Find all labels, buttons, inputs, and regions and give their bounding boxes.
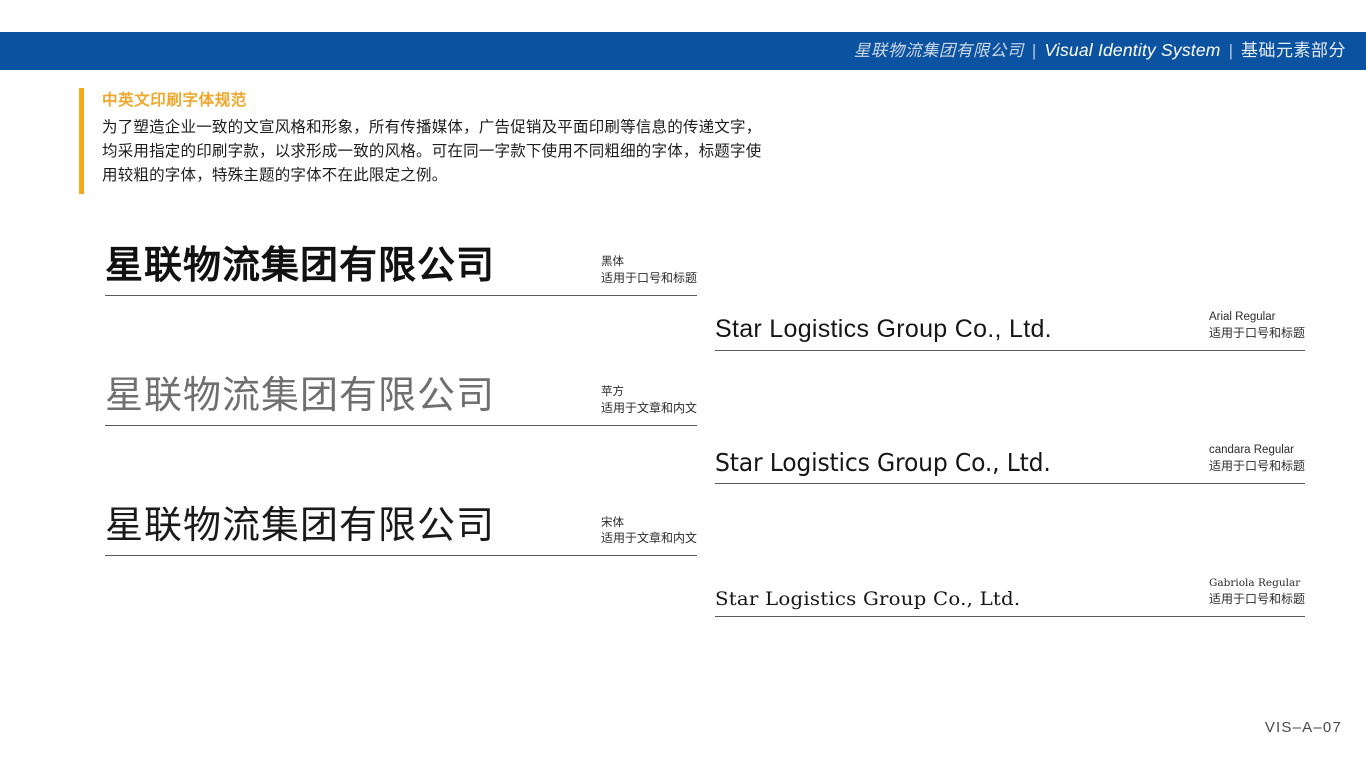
header-bar: 星联物流集团有限公司 | Visual Identity System | 基础… — [0, 32, 1366, 70]
specimen-sample-candara: Star Logistics Group Co., Ltd. — [715, 448, 1051, 477]
section-description: 为了塑造企业一致的文宣风格和形象，所有传播媒体，广告促销及平面印刷等信息的传递文… — [102, 116, 892, 188]
specimen-font-name-arial: Arial Regular — [1208, 311, 1276, 323]
specimen-row-songti: 星联物流集团有限公司 宋体 适用于文章和内文 — [105, 493, 697, 556]
specimen-row-gabriola: Star Logistics Group Co., Ltd. Gabriola … — [715, 569, 1305, 617]
specimen-usage-heiti: 适用于口号和标题 — [600, 271, 697, 285]
specimen-meta-songti: 宋体 适用于文章和内文 — [601, 514, 697, 555]
specimen-meta-pingfang: 苹方 适用于文章和内文 — [601, 384, 697, 425]
specimen-sample-songti: 星联物流集团有限公司 — [105, 503, 496, 547]
specimen-usage-arial: 适用于口号和标题 — [1208, 326, 1305, 340]
description-line-1: 为了塑造企业一致的文宣风格和形象，所有传播媒体，广告促销及平面印刷等信息的传递文… — [102, 119, 762, 136]
specimen-usage-songti: 适用于文章和内文 — [600, 531, 697, 545]
specimen-font-name-songti: 宋体 — [600, 515, 624, 529]
specimen-font-name-candara: candara Regular — [1208, 444, 1295, 456]
description-line-2: 均采用指定的印刷字款，以求形成一致的风格。可在同一字款下使用不同粗细的字体，标题… — [102, 143, 762, 160]
description-line-3: 用较粗的字体，特殊主题的字体不在此限定之例。 — [102, 167, 448, 184]
specimen-meta-arial: Arial Regular 适用于口号和标题 — [1209, 309, 1305, 350]
header-system-name: Visual Identity System — [1044, 40, 1221, 61]
header-section-name: 基础元素部分 — [1241, 41, 1346, 61]
specimen-meta-candara: candara Regular 适用于口号和标题 — [1209, 442, 1305, 483]
specimen-row-arial: Star Logistics Group Co., Ltd. Arial Reg… — [715, 303, 1305, 351]
specimen-font-name-pingfang: 苹方 — [600, 386, 624, 398]
specimen-font-name-gabriola: Gabriola Regular — [1208, 577, 1301, 589]
specimen-row-pingfang: 星联物流集团有限公司 苹方 适用于文章和内文 — [105, 363, 697, 426]
specimen-usage-pingfang: 适用于文章和内文 — [600, 401, 697, 415]
header-title: 星联物流集团有限公司 | Visual Identity System | 基础… — [854, 42, 1346, 60]
specimen-sample-pingfang: 星联物流集团有限公司 — [105, 375, 496, 417]
header-company-name: 星联物流集团有限公司 — [853, 42, 1024, 61]
specimen-sample-arial: Star Logistics Group Co., Ltd. — [715, 315, 1052, 343]
accent-bar — [79, 88, 84, 194]
page-title: 中英文印刷字体规范 — [102, 92, 247, 109]
specimen-sample-gabriola: Star Logistics Group Co., Ltd. — [715, 588, 1021, 610]
specimen-font-name-heiti: 黑体 — [600, 256, 624, 268]
header-separator-2: | — [1228, 41, 1233, 61]
specimen-row-candara: Star Logistics Group Co., Ltd. candara R… — [715, 436, 1305, 484]
specimen-meta-gabriola: Gabriola Regular 适用于口号和标题 — [1209, 575, 1305, 616]
specimen-usage-gabriola: 适用于口号和标题 — [1208, 592, 1305, 606]
header-separator-1: | — [1031, 41, 1037, 61]
specimen-sample-heiti: 星联物流集团有限公司 — [105, 243, 496, 287]
specimen-meta-heiti: 黑体 适用于口号和标题 — [601, 254, 697, 295]
specimen-usage-candara: 适用于口号和标题 — [1208, 459, 1305, 473]
specimen-row-heiti: 星联物流集团有限公司 黑体 适用于口号和标题 — [105, 233, 697, 296]
page-code: VIS–A–07 — [1264, 719, 1342, 736]
